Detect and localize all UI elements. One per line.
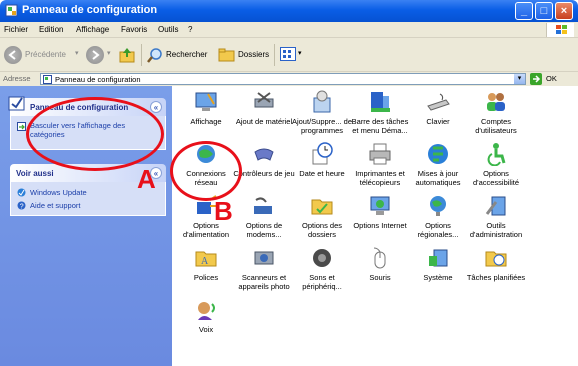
add-hardware-icon <box>252 90 276 114</box>
help-icon: ? <box>17 201 26 210</box>
svg-text:A: A <box>201 256 209 267</box>
toolbar-separator <box>274 44 275 66</box>
menu-file[interactable]: Fichier <box>4 25 28 34</box>
item-system[interactable]: Système <box>409 246 467 312</box>
svg-text:?: ? <box>20 203 24 210</box>
go-arrow-icon[interactable] <box>530 73 542 85</box>
toolbar: Précédente ▾ ▾ Rechercher Dossiers ▾ <box>0 38 578 72</box>
maximize-button[interactable]: □ <box>535 2 553 20</box>
internet-options-icon <box>368 194 392 218</box>
folders-button-label[interactable]: Dossiers <box>238 50 269 59</box>
menu-view[interactable]: Affichage <box>76 25 109 34</box>
printer-icon <box>368 142 392 166</box>
keyboard-icon <box>426 90 450 114</box>
annotation-circle-a <box>26 97 164 171</box>
minimize-button[interactable]: _ <box>515 2 533 20</box>
windows-update-icon <box>17 188 26 197</box>
windows-logo-icon <box>546 23 574 37</box>
system-icon <box>426 246 450 270</box>
taskbar-icon <box>368 90 392 114</box>
annotation-circle-b <box>170 141 242 201</box>
annotation-label-a: A <box>137 164 156 194</box>
item-speech[interactable]: Voix <box>177 298 235 364</box>
see-also-title: Voir aussi <box>16 169 54 178</box>
title-bar[interactable]: Panneau de configuration _ □ × <box>0 0 578 22</box>
help-support-link[interactable]: Aide et support <box>30 201 80 210</box>
add-remove-programs-icon <box>310 90 334 114</box>
view-mode-icon[interactable] <box>280 47 296 61</box>
speaker-icon <box>310 246 334 270</box>
address-value: Panneau de configuration <box>55 75 141 84</box>
menu-favorites[interactable]: Favoris <box>121 25 147 34</box>
address-input[interactable]: Panneau de configuration ▾ <box>40 73 526 85</box>
modem-icon <box>252 194 276 218</box>
address-bar: Adresse Panneau de configuration ▾ OK <box>0 72 578 86</box>
forward-dropdown-icon[interactable]: ▾ <box>107 49 111 57</box>
menu-help[interactable]: ? <box>188 25 192 34</box>
automatic-updates-icon <box>426 142 450 166</box>
back-dropdown-icon[interactable]: ▾ <box>75 49 79 57</box>
mouse-icon <box>368 246 392 270</box>
windows-update-link[interactable]: Windows Update <box>30 188 87 197</box>
item-scheduled-tasks[interactable]: Tâches planifiées <box>467 246 525 312</box>
address-dropdown-icon[interactable]: ▾ <box>514 74 525 84</box>
view-dropdown-icon[interactable]: ▾ <box>298 49 302 57</box>
back-button-label[interactable]: Précédente <box>25 50 66 59</box>
menu-tools[interactable]: Outils <box>158 25 178 34</box>
menu-edit[interactable]: Edition <box>39 25 63 34</box>
globe-icon <box>426 194 450 218</box>
back-arrow-icon[interactable] <box>4 46 22 64</box>
control-panel-icon <box>5 4 18 17</box>
control-panel-icon <box>8 94 26 112</box>
collapse-chevron-icon[interactable]: « <box>150 101 162 113</box>
display-icon <box>194 90 218 114</box>
admin-tools-icon <box>484 194 508 218</box>
user-accounts-icon <box>484 90 508 114</box>
game-controller-icon <box>252 142 276 166</box>
fonts-folder-icon: A <box>194 246 218 270</box>
speech-icon <box>194 298 218 322</box>
folders-icon[interactable] <box>218 46 236 64</box>
scanner-icon <box>252 246 276 270</box>
annotation-label-b: B <box>214 196 233 226</box>
item-mouse[interactable]: Souris <box>351 246 409 312</box>
search-icon[interactable] <box>146 46 164 64</box>
address-label: Adresse <box>3 74 31 83</box>
switch-view-icon <box>17 122 26 131</box>
window-title: Panneau de configuration <box>22 4 158 16</box>
item-scanners-cameras[interactable]: Scanneurs et appareils photo <box>235 246 293 312</box>
folder-options-icon <box>310 194 334 218</box>
close-button[interactable]: × <box>555 2 573 20</box>
toolbar-separator <box>141 44 142 66</box>
go-button-label[interactable]: OK <box>546 74 557 83</box>
control-panel-icon <box>43 75 52 84</box>
accessibility-icon <box>484 142 508 167</box>
scheduled-tasks-icon <box>484 246 508 270</box>
up-folder-icon[interactable] <box>118 46 136 64</box>
menu-bar: Fichier Edition Affichage Favoris Outils… <box>0 22 578 38</box>
item-sounds-devices[interactable]: Sons et périphériq... <box>293 246 351 312</box>
date-time-icon <box>310 142 334 166</box>
main-content: Affichage Ajout de matériel Ajout/Suppre… <box>172 86 578 366</box>
search-button-label[interactable]: Rechercher <box>166 50 207 59</box>
forward-arrow-icon[interactable] <box>86 46 104 64</box>
